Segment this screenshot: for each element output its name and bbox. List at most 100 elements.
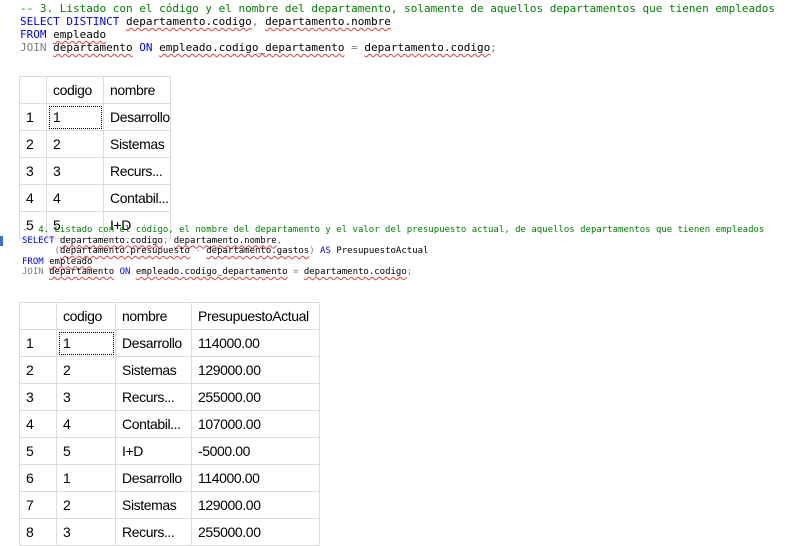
cell-nombre[interactable]: Recurs... [115, 518, 192, 546]
cell-nombre[interactable]: Contabil... [115, 410, 192, 438]
cell-codigo[interactable]: 2 [56, 491, 116, 519]
query-1-table-departamento: departamento [53, 41, 133, 54]
comma: , [276, 235, 283, 246]
cell-nombre[interactable]: Sistemas [103, 130, 171, 158]
cell-codigo[interactable]: 5 [56, 437, 116, 465]
table-row[interactable]: 6 1 Desarrollo 114000.00 [19, 464, 320, 492]
table-row[interactable]: 5 5 I+D -5000.00 [19, 437, 320, 465]
table-row[interactable]: 3 3 Recurs... [19, 157, 171, 185]
column-header-codigo[interactable]: codigo [56, 302, 116, 330]
sql-query-1[interactable]: -- 3. Listado con el código y el nombre … [20, 2, 775, 54]
cell-nombre[interactable]: Desarrollo [103, 103, 171, 131]
table-row[interactable]: 4 4 Contabil... 107000.00 [19, 410, 320, 438]
semicolon: ; [490, 41, 497, 54]
query-1-join-right: departamento.codigo [364, 41, 491, 54]
row-number[interactable]: 1 [19, 103, 47, 131]
row-number[interactable]: 4 [19, 184, 47, 212]
query-2-presupuesto: departamento.presupuesto [59, 246, 190, 256]
row-number[interactable]: 5 [19, 437, 57, 465]
editor-gutter-marker [0, 236, 3, 246]
cell-codigo[interactable]: 2 [56, 356, 116, 384]
query-2-column-codigo: departamento.codigo [59, 235, 163, 246]
comma: , [162, 235, 169, 246]
join-keyword: JOIN [20, 41, 47, 54]
table-row[interactable]: 1 1 Desarrollo [19, 103, 171, 131]
cell-nombre[interactable]: Desarrollo [115, 464, 192, 492]
table-row[interactable]: 1 1 Desarrollo 114000.00 [19, 329, 320, 357]
query-2-table-departamento: departamento [49, 267, 115, 277]
cell-codigo[interactable]: 4 [56, 410, 116, 438]
cell-presupuesto-actual[interactable]: 255000.00 [191, 518, 320, 546]
select-keyword: SELECT [22, 235, 55, 246]
table-row[interactable]: 7 2 Sistemas 129000.00 [19, 491, 320, 519]
query-2-alias: PresupuestoActual [336, 246, 429, 256]
select-distinct-keyword: SELECT DISTINCT [20, 15, 120, 28]
equals-operator: = [351, 41, 358, 54]
row-number[interactable]: 1 [19, 329, 57, 357]
row-number[interactable]: 7 [19, 491, 57, 519]
column-header-codigo[interactable]: codigo [46, 76, 104, 104]
table-row[interactable]: 3 3 Recurs... 255000.00 [19, 383, 320, 411]
on-keyword: ON [119, 267, 131, 277]
row-number-header[interactable] [19, 302, 57, 330]
sql-query-2[interactable]: -- 4. Listado con el código, el nombre d… [22, 225, 764, 278]
cell-codigo[interactable]: 4 [46, 184, 104, 212]
query-2-join-right: departamento.codigo [303, 267, 407, 277]
cell-nombre[interactable]: Sistemas [115, 491, 192, 519]
results-grid-2-header: codigo nombre PresupuestoActual [19, 302, 320, 330]
cell-nombre[interactable]: Sistemas [115, 356, 192, 384]
cell-codigo[interactable]: 1 [56, 464, 116, 492]
cell-codigo[interactable]: 2 [46, 130, 104, 158]
results-grid-2[interactable]: codigo nombre PresupuestoActual 1 1 Desa… [19, 302, 320, 546]
cell-presupuesto-actual[interactable]: -5000.00 [191, 437, 320, 465]
query-2-gastos: departamento.gastos [206, 246, 310, 256]
cell-codigo[interactable]: 3 [56, 518, 116, 546]
row-number[interactable]: 6 [19, 464, 57, 492]
cell-nombre[interactable]: Recurs... [115, 383, 192, 411]
column-header-nombre[interactable]: nombre [115, 302, 192, 330]
row-number[interactable]: 2 [19, 356, 57, 384]
cell-presupuesto-actual[interactable]: 129000.00 [191, 356, 320, 384]
cell-presupuesto-actual[interactable]: 129000.00 [191, 491, 320, 519]
cell-codigo[interactable]: 1 [46, 103, 104, 131]
cell-presupuesto-actual[interactable]: 107000.00 [191, 410, 320, 438]
row-number[interactable]: 3 [19, 157, 47, 185]
from-keyword: FROM [22, 256, 44, 267]
equals-operator: = [292, 267, 299, 277]
row-number-header[interactable] [19, 76, 47, 104]
cell-codigo[interactable]: 3 [56, 383, 116, 411]
table-row[interactable]: 4 4 Contabil... [19, 184, 171, 212]
cell-nombre[interactable]: Contabil... [103, 184, 171, 212]
query-2-comment: -- 4. Listado con el código, el nombre d… [22, 225, 765, 235]
results-grid-1-header: codigo nombre [19, 76, 171, 104]
table-row[interactable]: 8 3 Recurs... 255000.00 [19, 518, 320, 546]
cell-presupuesto-actual[interactable]: 114000.00 [191, 329, 320, 357]
cell-codigo[interactable]: 1 [56, 329, 116, 357]
results-grid-1[interactable]: codigo nombre 1 1 Desarrollo 2 2 Sistema… [19, 76, 171, 239]
table-row[interactable]: 2 2 Sistemas [19, 130, 171, 158]
column-header-nombre[interactable]: nombre [103, 76, 171, 104]
row-number[interactable]: 2 [19, 130, 47, 158]
row-number[interactable]: 4 [19, 410, 57, 438]
query-1-join-left: empleado.codigo_departamento [159, 41, 345, 54]
cell-nombre[interactable]: Desarrollo [115, 329, 192, 357]
on-keyword: ON [139, 41, 153, 54]
cell-nombre[interactable]: Recurs... [103, 157, 171, 185]
query-1-table-empleado: empleado [53, 28, 107, 41]
column-header-presupuesto-actual[interactable]: PresupuestoActual [191, 302, 320, 330]
query-2-table-empleado: empleado [49, 256, 93, 267]
query-2-join-left: empleado.codigo_departamento [135, 267, 288, 277]
cell-presupuesto-actual[interactable]: 255000.00 [191, 383, 320, 411]
query-1-comment: -- 3. Listado con el código y el nombre … [20, 2, 775, 15]
cell-presupuesto-actual[interactable]: 114000.00 [191, 464, 320, 492]
table-row[interactable]: 2 2 Sistemas 129000.00 [19, 356, 320, 384]
query-2-column-nombre: departamento.nombre [173, 235, 277, 246]
row-number[interactable]: 3 [19, 383, 57, 411]
row-number[interactable]: 8 [19, 518, 57, 546]
query-1-column-nombre: departamento.nombre [265, 15, 391, 28]
join-keyword: JOIN [22, 267, 44, 277]
cell-codigo[interactable]: 3 [46, 157, 104, 185]
comma: , [251, 15, 259, 28]
minus-operator: - [195, 246, 201, 256]
cell-nombre[interactable]: I+D [115, 437, 192, 465]
